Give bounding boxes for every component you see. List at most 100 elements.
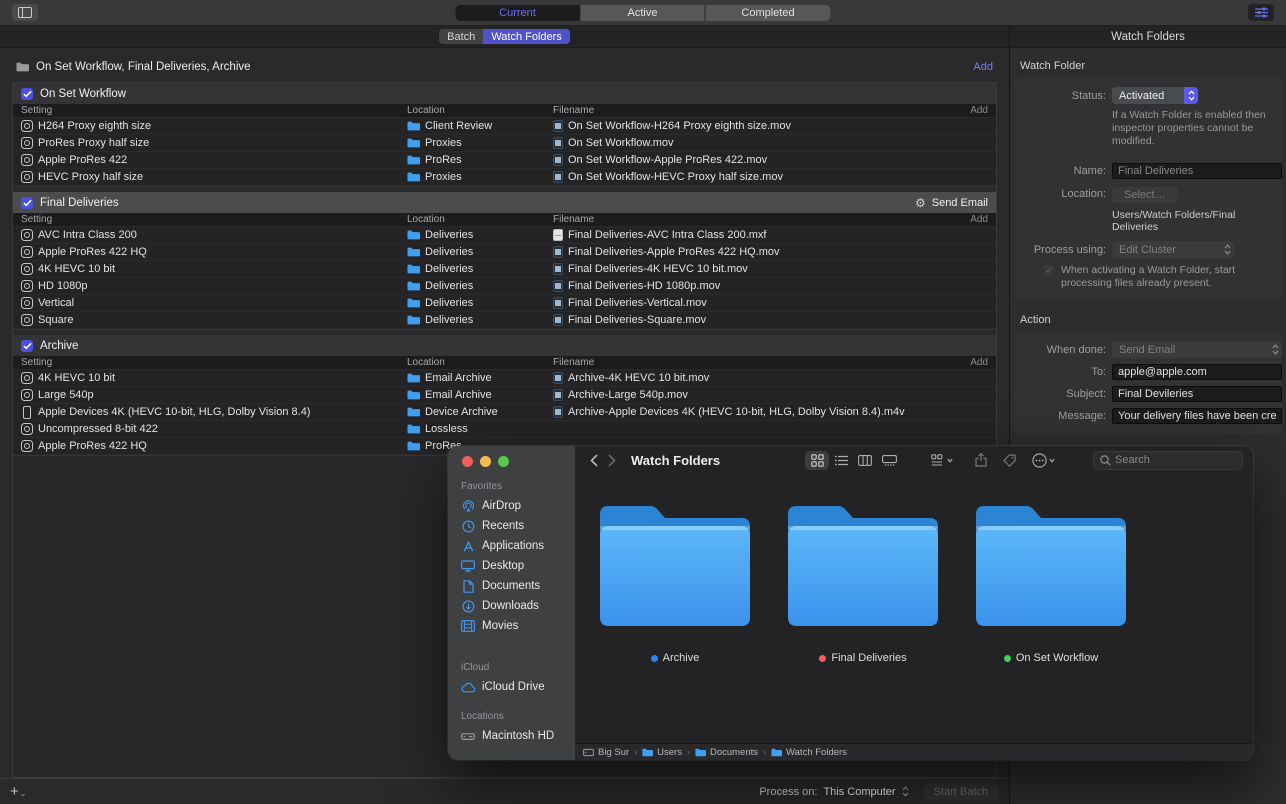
setting-row[interactable]: HEVC Proxy half size Proxies On Set Work…	[13, 169, 996, 186]
action-section: When done: Send Email To: Subjec	[1014, 331, 1282, 434]
start-processing-checkbox[interactable]: ✓	[1044, 265, 1054, 275]
batch-mode-button[interactable]: Batch	[439, 29, 483, 44]
sidebar-item-downloads[interactable]: Downloads	[448, 596, 575, 616]
setting-row[interactable]: Large 540p Email Archive Archive-Large 5…	[13, 387, 996, 404]
minimize-button[interactable]	[480, 456, 491, 467]
sidebar-item-documents[interactable]: Documents	[448, 576, 575, 596]
start-batch-button[interactable]: Start Batch	[923, 783, 999, 801]
group-name: On Set Workflow	[40, 88, 126, 100]
setting-row[interactable]: Vertical Deliveries Final Deliveries-Ver…	[13, 295, 996, 312]
sliders-icon	[1255, 7, 1268, 18]
location-select-button[interactable]: Select…	[1112, 187, 1178, 203]
movie-file-icon	[553, 297, 563, 309]
share-button[interactable]	[975, 453, 987, 467]
setting-row[interactable]: 4K HEVC 10 bit Deliveries Final Deliveri…	[13, 261, 996, 278]
group-header-row[interactable]: Archive ⚙	[13, 335, 996, 356]
folder-icon	[600, 504, 750, 626]
movie-file-icon	[553, 120, 563, 132]
path-crumb-documents[interactable]: Documents	[695, 747, 758, 758]
sidebar-toggle-button[interactable]	[12, 4, 38, 21]
path-crumb-big-sur[interactable]: Big Sur	[583, 747, 629, 758]
titlebar: CurrentActiveCompleted	[0, 0, 1286, 26]
forward-button[interactable]	[603, 454, 621, 467]
setting-row[interactable]: Apple ProRes 422 ProRes On Set Workflow-…	[13, 152, 996, 169]
to-label: To:	[1022, 366, 1106, 378]
view-mode-buttons	[805, 451, 901, 470]
sidebar-item-icloud-drive[interactable]: iCloud Drive	[448, 677, 575, 697]
name-field[interactable]	[1112, 163, 1282, 179]
add-setting-button[interactable]: Add	[970, 214, 988, 225]
group-header-row[interactable]: Final Deliveries ⚙ Send Email	[13, 192, 996, 213]
folder-archive[interactable]: Archive	[600, 504, 750, 743]
add-watch-folder-button[interactable]: Add	[973, 61, 993, 73]
icon-view-button[interactable]	[805, 451, 829, 470]
compressor-setting-icon	[21, 389, 33, 401]
add-item-button[interactable]: + ⌄	[10, 785, 26, 798]
setting-row[interactable]: H264 Proxy eighth size Client Review On …	[13, 118, 996, 135]
folder-icon	[788, 504, 938, 626]
tab-active[interactable]: Active	[581, 5, 706, 21]
sidebar-item-recents[interactable]: Recents	[448, 516, 575, 536]
compressor-setting-icon	[21, 280, 33, 292]
column-view-button[interactable]	[853, 451, 877, 470]
more-options-button[interactable]	[1032, 453, 1055, 468]
group-enabled-checkbox[interactable]	[21, 197, 33, 209]
sidebar-section-locations: Locations Macintosh HD	[448, 711, 575, 746]
group-enabled-checkbox[interactable]	[21, 88, 33, 100]
group-final-deliveries: Final Deliveries ⚙ Send Email Setting Lo…	[13, 192, 996, 330]
sidebar-item-movies[interactable]: Movies	[448, 616, 575, 636]
process-using-popup[interactable]: Edit Cluster	[1112, 241, 1234, 258]
setting-row[interactable]: 4K HEVC 10 bit Email Archive Archive-4K …	[13, 370, 996, 387]
tag-button[interactable]	[1003, 454, 1016, 467]
compressor-setting-icon	[21, 171, 33, 183]
setting-row[interactable]: Square Deliveries Final Deliveries-Squar…	[13, 312, 996, 329]
group-by-button[interactable]	[931, 454, 953, 466]
gallery-view-button[interactable]	[877, 451, 901, 470]
folder-icon	[407, 247, 420, 257]
zoom-button[interactable]	[498, 456, 509, 467]
search-input[interactable]	[1115, 454, 1225, 466]
group-header-row[interactable]: On Set Workflow ⚙	[13, 83, 996, 104]
folder-final-deliveries[interactable]: Final Deliveries	[788, 504, 938, 743]
message-field[interactable]	[1112, 408, 1282, 424]
stepper-icon[interactable]	[902, 786, 909, 797]
download-icon	[461, 600, 475, 613]
to-field[interactable]	[1112, 364, 1282, 380]
watch-folder-section: Status: Activated If a Watch Folder is e…	[1014, 77, 1282, 300]
setting-row[interactable]: Apple Devices 4K (HEVC 10-bit, HLG, Dolb…	[13, 404, 996, 421]
search-field[interactable]	[1093, 451, 1243, 470]
group-enabled-checkbox[interactable]	[21, 340, 33, 352]
folder-on-set-workflow[interactable]: On Set Workflow	[976, 504, 1126, 743]
tab-current[interactable]: Current	[456, 5, 581, 21]
plus-icon: +	[10, 785, 19, 798]
close-button[interactable]	[462, 456, 473, 467]
add-setting-button[interactable]: Add	[970, 105, 988, 116]
sidebar-item-desktop[interactable]: Desktop	[448, 556, 575, 576]
status-popup[interactable]: Activated	[1112, 87, 1198, 104]
setting-row[interactable]: ProRes Proxy half size Proxies On Set Wo…	[13, 135, 996, 152]
back-button[interactable]	[585, 454, 603, 467]
setting-row[interactable]: HD 1080p Deliveries Final Deliveries-HD …	[13, 278, 996, 295]
compressor-setting-icon	[21, 314, 33, 326]
sidebar-item-airdrop[interactable]: AirDrop	[448, 496, 575, 516]
cloud-icon	[461, 682, 475, 693]
sidebar-item-applications[interactable]: Applications	[448, 536, 575, 556]
setting-row[interactable]: AVC Intra Class 200 Deliveries Final Del…	[13, 227, 996, 244]
sidebar-section-label: Favorites	[448, 481, 575, 492]
add-setting-button[interactable]: Add	[970, 357, 988, 368]
batch-header: On Set Workflow, Final Deliveries, Archi…	[12, 56, 997, 78]
group-action: ⚙ Send Email	[915, 197, 988, 209]
setting-row[interactable]: Uncompressed 8-bit 422 Lossless	[13, 421, 996, 438]
finder-content: Archive Final Deliveries	[575, 474, 1253, 743]
process-on-value[interactable]: This Computer	[823, 786, 895, 798]
inspector-toggle-button[interactable]	[1248, 4, 1274, 21]
list-view-button[interactable]	[829, 451, 853, 470]
sidebar-item-macintosh-hd[interactable]: Macintosh HD	[448, 726, 575, 746]
watch-folders-mode-button[interactable]: Watch Folders	[483, 29, 570, 44]
path-crumb-users[interactable]: Users	[642, 747, 682, 758]
subject-field[interactable]	[1112, 386, 1282, 402]
setting-row[interactable]: Apple ProRes 422 HQ Deliveries Final Del…	[13, 244, 996, 261]
tab-completed[interactable]: Completed	[706, 5, 831, 21]
path-crumb-watch-folders[interactable]: Watch Folders	[771, 747, 847, 758]
when-done-popup[interactable]: Send Email	[1112, 341, 1282, 358]
